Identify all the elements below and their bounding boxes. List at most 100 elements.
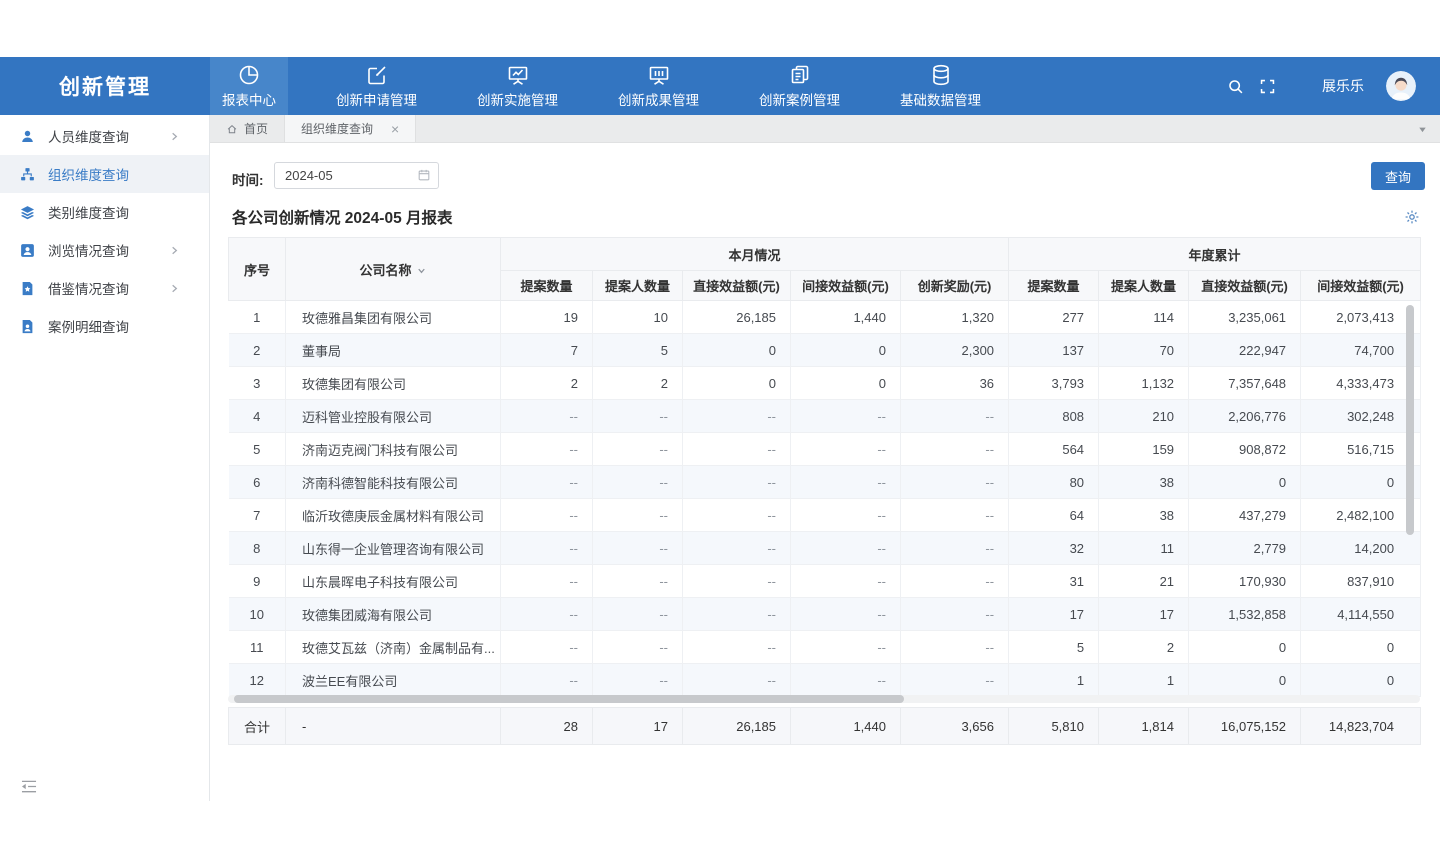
cell-value: -- <box>501 400 593 433</box>
sidebar-item-label: 案例明细查询 <box>48 316 129 336</box>
nav-item-5[interactable]: 创新案例管理 <box>747 57 852 115</box>
cell-value: -- <box>501 664 593 697</box>
cell-company-name: 玫德集团威海有限公司 <box>286 598 501 631</box>
total-label: 合计 <box>229 708 286 745</box>
cell-value: 0 <box>1189 664 1301 697</box>
sidebar-item-5[interactable]: 借鉴情况查询 <box>0 269 209 307</box>
cell-value: -- <box>901 631 1009 664</box>
nav-item-label: 创新实施管理 <box>477 89 558 109</box>
total-value: 1,814 <box>1099 708 1189 745</box>
fullscreen-icon[interactable] <box>1259 78 1276 95</box>
table-row: 8山东得一企业管理咨询有限公司----------32112,77914,200 <box>229 532 1421 565</box>
column-header-company[interactable]: 公司名称 <box>286 238 501 301</box>
cell-value: -- <box>501 598 593 631</box>
cell-value: -- <box>593 466 683 499</box>
report-title: 各公司创新情况 2024-05 月报表 <box>232 206 453 228</box>
cell-value: 2,482,100 <box>1301 499 1421 532</box>
date-picker <box>274 162 439 189</box>
nav-item-label: 报表中心 <box>222 89 276 109</box>
tab-2[interactable]: 组织维度查询× <box>284 115 416 142</box>
cell-seq: 12 <box>229 664 286 697</box>
nav-item-3[interactable]: 创新实施管理 <box>465 57 570 115</box>
username[interactable]: 展乐乐 <box>1322 76 1364 96</box>
nav-item-4[interactable]: 创新成果管理 <box>606 57 711 115</box>
time-filter-label: 时间: <box>232 169 264 189</box>
cell-value: -- <box>791 565 901 598</box>
cell-seq: 4 <box>229 400 286 433</box>
total-value: 1,440 <box>791 708 901 745</box>
cell-company-name: 临沂玫德庚辰金属材料有限公司 <box>286 499 501 532</box>
cell-value: 32 <box>1009 532 1099 565</box>
cell-value: -- <box>901 499 1009 532</box>
total-value: 16,075,152 <box>1189 708 1301 745</box>
vertical-scrollbar-thumb[interactable] <box>1406 305 1414 535</box>
sidebar-item-1[interactable]: 人员维度查询 <box>0 117 209 155</box>
cell-value: 7,357,648 <box>1189 367 1301 400</box>
cell-value: 1,320 <box>901 301 1009 334</box>
cell-value: 437,279 <box>1189 499 1301 532</box>
group-header-month: 本月情况 <box>501 238 1009 271</box>
cell-seq: 5 <box>229 433 286 466</box>
column-header-2: 提案人数量 <box>593 271 683 301</box>
cell-company-name: 山东得一企业管理咨询有限公司 <box>286 532 501 565</box>
sidebar-item-3[interactable]: 类别维度查询 <box>0 193 209 231</box>
sidebar-item-6[interactable]: 案例明细查询 <box>0 307 209 345</box>
doc-star-icon <box>20 281 35 296</box>
nav-item-label: 创新案例管理 <box>759 89 840 109</box>
sidebar-item-4[interactable]: 浏览情况查询 <box>0 231 209 269</box>
tabs-dropdown-caret-icon[interactable] <box>1417 124 1428 135</box>
cell-value: 2,300 <box>901 334 1009 367</box>
cell-value: -- <box>501 631 593 664</box>
nav-item-6[interactable]: 基础数据管理 <box>888 57 993 115</box>
table-row: 3玫德集团有限公司2200363,7931,1327,357,6484,333,… <box>229 367 1421 400</box>
badge-icon <box>20 243 35 258</box>
cell-value: -- <box>501 565 593 598</box>
cell-value: -- <box>901 565 1009 598</box>
cell-value: -- <box>593 532 683 565</box>
nav-item-2[interactable]: 创新申请管理 <box>324 57 429 115</box>
documents-icon <box>788 63 812 87</box>
cell-value: 10 <box>593 301 683 334</box>
cell-value: 3,793 <box>1009 367 1099 400</box>
cell-company-name: 山东晨晖电子科技有限公司 <box>286 565 501 598</box>
sidebar-collapse-icon[interactable] <box>20 779 38 794</box>
cell-seq: 7 <box>229 499 286 532</box>
cell-value: -- <box>593 631 683 664</box>
sidebar-item-2[interactable]: 组织维度查询 <box>0 155 209 193</box>
topbar-right: 展乐乐 <box>1227 57 1440 115</box>
cell-value: 0 <box>683 367 791 400</box>
caret-down-icon <box>416 263 427 278</box>
cell-value: 1,532,858 <box>1189 598 1301 631</box>
tab-1[interactable]: 首页 <box>210 115 284 142</box>
cell-value: -- <box>791 433 901 466</box>
total-value: 14,823,704 <box>1301 708 1421 745</box>
total-row: 合计-281726,1851,4403,6565,8101,81416,075,… <box>229 708 1421 745</box>
cell-value: 1,440 <box>791 301 901 334</box>
org-chart-icon <box>20 167 35 182</box>
cell-seq: 9 <box>229 565 286 598</box>
cell-value: 2 <box>593 367 683 400</box>
cell-value: -- <box>683 598 791 631</box>
horizontal-scrollbar-thumb[interactable] <box>234 695 904 703</box>
cell-value: 74,700 <box>1301 334 1421 367</box>
calendar-icon[interactable] <box>417 168 431 182</box>
column-header-seq: 序号 <box>229 238 286 301</box>
nav-item-1[interactable]: 报表中心 <box>210 57 288 115</box>
cell-value: 0 <box>1301 466 1421 499</box>
gear-icon[interactable] <box>1404 209 1420 225</box>
cell-value: 564 <box>1009 433 1099 466</box>
query-button[interactable]: 查询 <box>1371 162 1425 190</box>
search-icon[interactable] <box>1227 78 1244 95</box>
cell-seq: 1 <box>229 301 286 334</box>
group-header-year: 年度累计 <box>1009 238 1421 271</box>
cell-company-name: 董事局 <box>286 334 501 367</box>
cell-value: 210 <box>1099 400 1189 433</box>
date-input[interactable] <box>274 162 439 189</box>
cell-value: 302,248 <box>1301 400 1421 433</box>
cell-value: -- <box>683 499 791 532</box>
avatar[interactable] <box>1386 71 1416 101</box>
nav-item-label: 创新成果管理 <box>618 89 699 109</box>
close-icon[interactable]: × <box>391 122 399 136</box>
cell-value: -- <box>501 499 593 532</box>
cell-value: 70 <box>1099 334 1189 367</box>
